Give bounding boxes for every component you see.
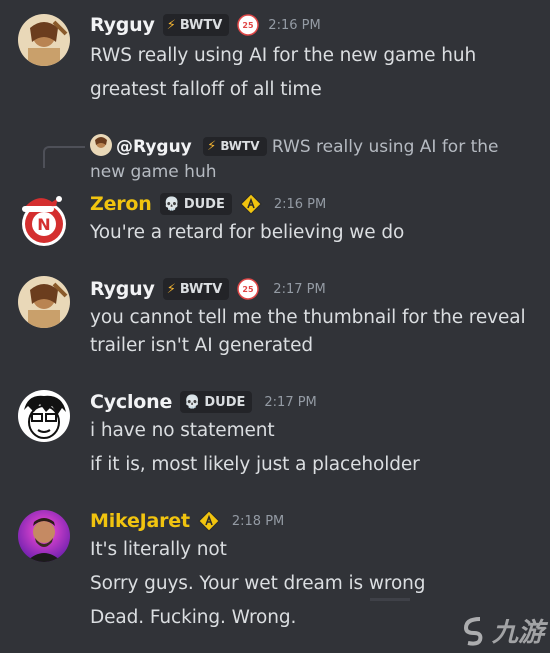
reply-avatar <box>90 134 112 156</box>
lightning-icon: ⚡ <box>166 17 176 33</box>
guild-tag-label: BWTV <box>179 17 223 33</box>
watermark-text: 九游 <box>491 618 544 648</box>
role-badge-icon[interactable]: 25 <box>237 278 260 300</box>
message-text: if it is, most likely just a placeholder <box>90 454 420 475</box>
timestamp: 2:16 PM <box>273 196 327 212</box>
username[interactable]: Zeron <box>90 193 152 215</box>
reply-mention[interactable]: @Ryguy <box>116 137 192 157</box>
ryguy-avatar[interactable] <box>18 276 70 328</box>
mikejaret-avatar[interactable] <box>18 510 70 562</box>
message-text: RWS really using AI for the new game huh <box>90 45 477 66</box>
username[interactable]: Ryguy <box>90 278 155 300</box>
divider <box>370 598 410 601</box>
message-text: i have no statement <box>90 420 275 441</box>
guild-tag-label: BWTV <box>179 281 223 297</box>
caution-sign-icon[interactable] <box>198 510 220 532</box>
timestamp: 2:17 PM <box>264 394 317 410</box>
guild-tag[interactable]: ⚡ BWTV <box>162 278 230 300</box>
message-text: trailer isn't AI generated <box>90 335 314 356</box>
watermark: 九游 <box>460 612 544 649</box>
role-badge-icon[interactable]: 25 <box>237 14 260 36</box>
lightning-icon: ⚡ <box>207 139 217 154</box>
zeron-avatar[interactable]: N <box>18 196 70 248</box>
reply-guild-tag: ⚡ BWTV <box>203 137 267 156</box>
role-badge-number: 25 <box>243 285 255 294</box>
reply-preview[interactable]: @Ryguy ⚡ BWTV RWS really using AI for the… <box>90 134 535 185</box>
message-text: greatest falloff of all time <box>90 79 322 100</box>
watermark-logo-icon <box>463 616 483 646</box>
reply-guild-tag-label: BWTV <box>220 139 260 153</box>
username[interactable]: MikeJaret <box>90 510 190 532</box>
message-text: Dead. Fucking. Wrong. <box>90 607 297 628</box>
skull-icon: 💀 <box>184 394 201 410</box>
guild-tag[interactable]: 💀 DUDE <box>159 193 232 215</box>
timestamp: 2:18 PM <box>231 513 285 529</box>
caution-sign-icon[interactable] <box>240 193 262 215</box>
message-text: Sorry guys. Your wet dream is wrong <box>90 573 426 594</box>
guild-tag[interactable]: 💀 DUDE <box>180 391 253 413</box>
timestamp: 2:16 PM <box>268 17 321 33</box>
cyclone-avatar[interactable] <box>18 390 70 442</box>
lightning-icon: ⚡ <box>166 281 176 297</box>
username[interactable]: Cyclone <box>90 391 172 413</box>
guild-tag-label: DUDE <box>183 196 225 212</box>
role-badge-number: 25 <box>243 21 255 30</box>
username[interactable]: Ryguy <box>90 14 155 36</box>
message-text: you cannot tell me the thumbnail for the… <box>90 307 526 328</box>
message-text: You're a retard for believing we do <box>90 222 405 243</box>
guild-tag-label: DUDE <box>204 394 246 410</box>
svg-text:N: N <box>37 215 50 234</box>
message-text: It's literally not <box>90 539 227 560</box>
timestamp: 2:17 PM <box>273 281 326 297</box>
skull-icon: 💀 <box>163 196 180 212</box>
ryguy-avatar[interactable] <box>18 14 70 66</box>
reply-spine <box>43 146 85 168</box>
guild-tag[interactable]: ⚡ BWTV <box>162 14 230 36</box>
